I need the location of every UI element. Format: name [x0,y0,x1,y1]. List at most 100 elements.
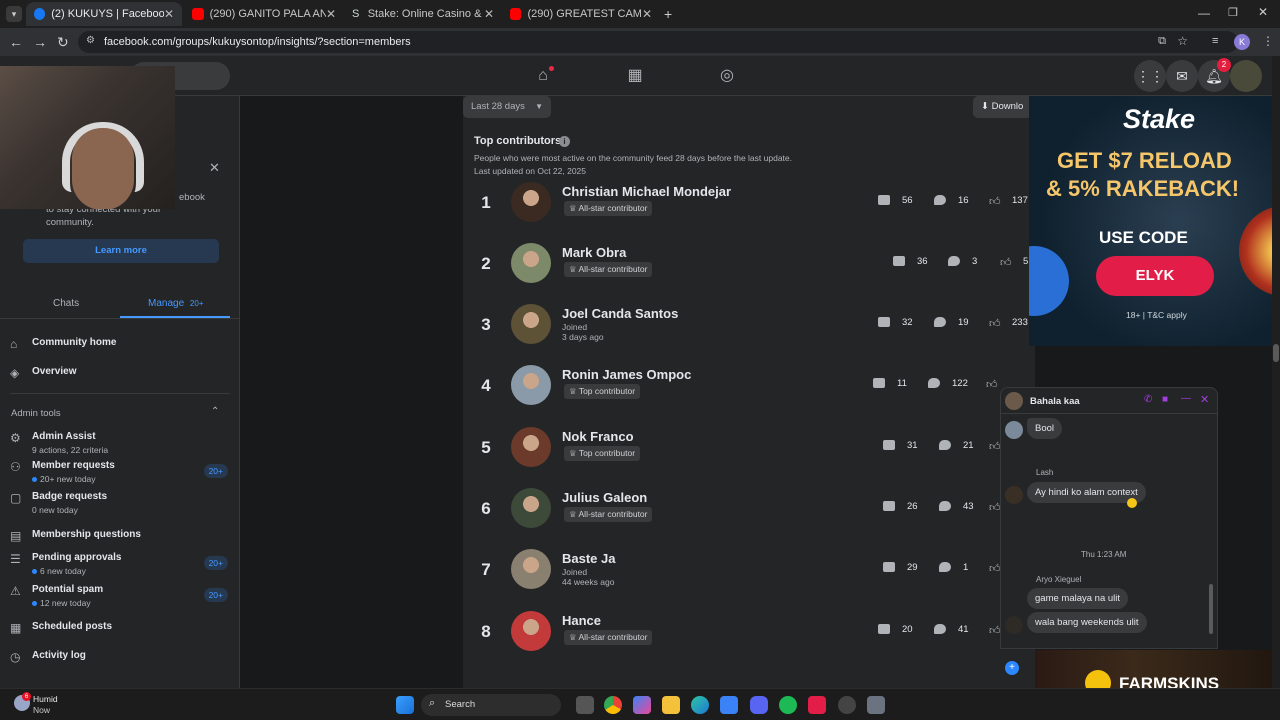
tab-manage[interactable]: Manage 20+ [148,298,204,309]
contributor-avatar[interactable] [511,427,551,467]
sidebar-item-badge-requests[interactable]: ▢ Badge requests 0 new today [10,491,232,515]
menu-grid-icon[interactable]: ⋮⋮ [1134,60,1166,92]
contributor-name[interactable]: Baste Ja [562,551,615,566]
sidebar-item-member-requests[interactable]: ⚇ Member requests 20+ new today 20+ [10,460,232,484]
contributor-name[interactable]: Hance [562,613,601,628]
layers-icon: ◈ [10,366,20,380]
contributor-row[interactable]: 3 Joel Canda Santos Joined 3 days ago 32 19 👍︎… [463,293,1035,355]
contributor-avatar[interactable] [511,365,551,405]
date-range-select[interactable]: Last 28 days ▼ [463,96,551,118]
contributor-row[interactable]: 7 Baste Ja Joined 44 weeks ago 29 1 👍︎ [463,538,1035,600]
sidebar-item-admin-assist[interactable]: ⚙ Admin Assist 9 actions, 22 criteria [10,431,232,455]
contributor-name[interactable]: Mark Obra [562,245,626,260]
tab-list-menu-icon[interactable]: ▾ [6,6,22,22]
copilot-icon[interactable] [633,696,651,714]
sidebar-item-potential-spam[interactable]: ⚠ Potential spam 12 new today 20+ [10,584,232,608]
start-button-icon[interactable] [396,696,414,714]
minimize-chat-icon[interactable]: — [1181,393,1191,404]
edge-icon[interactable] [691,696,709,714]
sidebar-item-pending-approvals[interactable]: ☰ Pending approvals 6 new today 20+ [10,552,232,576]
browser-menu-icon[interactable]: ⋮ [1262,34,1274,48]
tab-stake[interactable]: S Stake: Online Casino & Sports B ✕ [344,2,502,26]
tab-youtube-2[interactable]: (290) GREATEST CAMPING ADV ✕ [502,2,660,26]
tab-youtube-1[interactable]: (290) GANITO PALA ANG GABI ✕ [184,2,344,26]
chrome-icon[interactable] [604,696,622,714]
section-description: People who were most active on the commu… [474,153,792,163]
profile-avatar[interactable]: K [1234,34,1250,50]
contributor-avatar[interactable] [511,182,551,222]
account-avatar[interactable] [1230,60,1262,92]
store-icon[interactable] [720,696,738,714]
file-explorer-icon[interactable] [662,696,680,714]
stake-ad-banner[interactable]: Stake GET $7 RELOAD & 5% RAKEBACK! USE C… [1029,96,1280,346]
contributor-avatar[interactable] [511,611,551,651]
reading-list-icon[interactable]: ≡ [1212,35,1218,47]
tab-facebook[interactable]: (2) KUKUYS | Facebook ✕ [26,2,182,26]
bookmark-star-icon[interactable]: ☆ [1177,34,1188,48]
close-window-icon[interactable]: ✕ [1258,5,1268,19]
info-icon[interactable]: i [559,136,570,147]
close-tab-icon[interactable]: ✕ [326,7,336,21]
address-bar[interactable]: ⚙ facebook.com/groups/kukuysontop/insigh… [78,31,1238,53]
contributor-avatar[interactable] [511,304,551,344]
reload-icon[interactable]: ↻ [57,34,69,51]
video-call-icon[interactable]: ■ [1162,394,1168,405]
sidebar-item-sub-text: 20+ new today [40,474,96,484]
back-icon[interactable]: ← [9,34,23,50]
discord-icon[interactable] [750,696,768,714]
sidebar-item-overview[interactable]: ◈ Overview [10,366,232,382]
close-tab-icon[interactable]: ✕ [642,7,652,21]
contributor-row[interactable]: 6 Julius Galeon ♕ All-star contributor 26 43… [463,477,1035,539]
page-scrollbar[interactable] [1272,56,1280,688]
install-app-icon[interactable]: ⧉ [1158,35,1166,48]
badge-pill: ♕ All-star contributor [564,262,653,277]
settings-icon[interactable] [867,696,885,714]
contributor-name[interactable]: Christian Michael Mondejar [562,184,731,199]
chat-title[interactable]: Bahala kaa [1030,396,1080,407]
contributor-avatar[interactable] [511,488,551,528]
tab-chats[interactable]: Chats [53,298,79,309]
contributor-row[interactable]: 5 Nok Franco ♕ Top contributor 31 21 👍︎ [463,416,1035,478]
badge-pill: ♕ All-star contributor [564,201,653,216]
minimize-window-icon[interactable]: — [1198,6,1210,20]
close-chat-icon[interactable]: ✕ [1200,393,1209,406]
chat-scrollbar[interactable] [1209,584,1213,634]
learn-more-button[interactable]: Learn more [23,239,219,263]
download-button[interactable]: ⬇ Downlo [973,96,1035,118]
contributor-name[interactable]: Joel Canda Santos [562,306,678,321]
messenger-icon[interactable]: ✉ [1166,60,1198,92]
chat-avatar[interactable] [1005,392,1023,410]
task-view-icon[interactable] [576,696,594,714]
sidebar-item-activity-log[interactable]: ◷ Activity log [10,650,232,666]
scrollbar-thumb[interactable] [1273,344,1279,362]
forward-icon[interactable]: → [33,34,47,50]
contributor-name[interactable]: Nok Franco [562,429,634,444]
sidebar-item-scheduled-posts[interactable]: ▦ Scheduled posts [10,621,232,637]
chevron-up-icon[interactable]: ⌃ [211,406,219,417]
contributor-row[interactable]: 1 Christian Michael Mondejar ♕ All-star co… [463,171,1035,233]
contributor-avatar[interactable] [511,243,551,283]
close-tab-icon[interactable]: ✕ [164,7,174,21]
contributor-name[interactable]: Julius Galeon [562,490,647,505]
groups-icon[interactable]: ◎ [715,64,739,88]
promo-close-icon[interactable]: ✕ [209,160,220,176]
new-tab-button[interactable]: + [664,6,672,22]
sidebar-item-community-home[interactable]: ⌂ Community home [10,337,232,353]
site-info-icon[interactable]: ⚙ [86,35,95,46]
sidebar-item-membership-questions[interactable]: ▤ Membership questions [10,529,232,545]
taskbar-search[interactable]: ⌕ Search [421,694,561,716]
restore-window-icon[interactable]: ❐ [1228,6,1238,19]
contributor-row[interactable]: 8 Hance ♕ All-star contributor 20 41 👍︎ [463,600,1035,662]
call-icon[interactable]: ✆ [1144,394,1152,405]
contributor-avatar[interactable] [511,549,551,589]
marketplace-icon[interactable]: ▦ [623,64,647,88]
spotify-icon[interactable] [779,696,797,714]
obs-icon[interactable] [838,696,856,714]
close-tab-icon[interactable]: ✕ [484,7,494,21]
promo-code-button[interactable]: ELYK [1096,256,1214,296]
streaming-app-icon[interactable] [808,696,826,714]
contributor-name[interactable]: Ronin James Ompoc [562,367,691,382]
contributor-row[interactable]: 4 Ronin James Ompoc ♕ Top contributor 11 122… [463,354,1035,416]
new-message-icon[interactable]: + [1005,661,1019,675]
contributor-row[interactable]: 2 Mark Obra ♕ All-star contributor 36 3 👍︎ 5 [463,232,1035,294]
